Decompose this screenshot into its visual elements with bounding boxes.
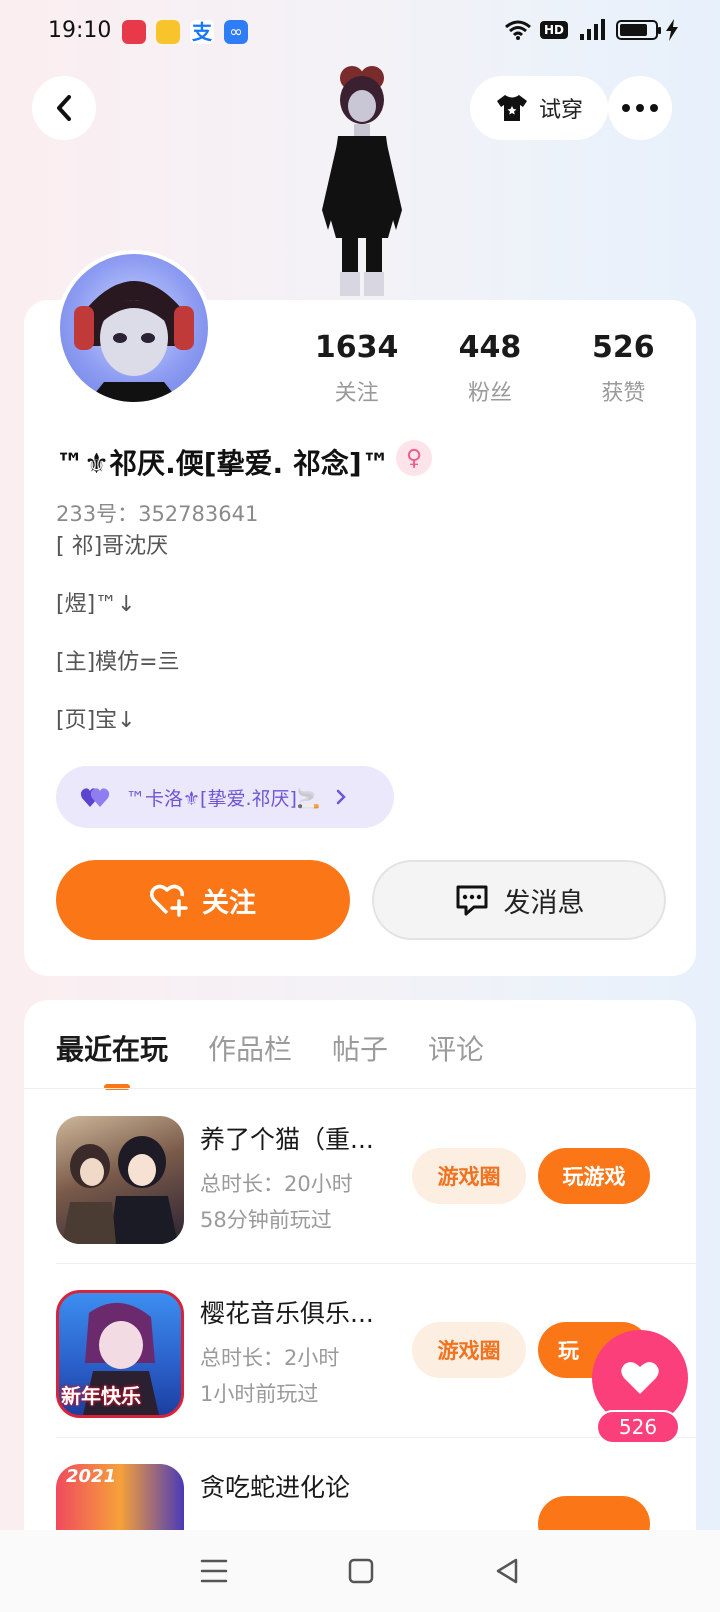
follow-button[interactable]: 关注 — [56, 860, 350, 940]
hd-icon: HD — [539, 21, 568, 39]
stat-following-value: 1634 — [314, 330, 399, 365]
game-last-played: 1小时前玩过 — [200, 1382, 319, 1406]
guild-pill[interactable]: ™卡洛⚜[挚爱.祁厌]🚬 — [56, 766, 394, 828]
signal-icon — [580, 19, 605, 40]
tab-posts[interactable]: 帖子 — [332, 1028, 388, 1068]
battery-icon — [616, 20, 661, 40]
game-circle-button[interactable]: 游戏圈 — [412, 1322, 526, 1378]
like-count-badge: 526 — [596, 1410, 680, 1444]
chat-bubble-icon — [456, 885, 487, 916]
play-game-button[interactable]: 玩游戏 — [538, 1148, 650, 1204]
status-time: 19:10 — [48, 18, 112, 43]
charging-icon — [666, 19, 678, 41]
bio-line: [主]模仿=亖 — [56, 650, 180, 675]
user-id: 233号：352783641 — [56, 502, 259, 526]
game-icon — [56, 1116, 184, 1244]
avatar-portrait-icon — [74, 281, 194, 402]
stat-likes[interactable]: 526 获赞 — [557, 330, 690, 407]
stat-fans-label: 粉丝 — [467, 381, 512, 406]
bio-line: [ 祁]哥沈厌 — [56, 534, 169, 559]
game-title: 养了个猫（重... — [200, 1125, 374, 1154]
guild-name: ™卡洛⚜[挚爱.祁厌]🚬 — [126, 787, 321, 810]
avatar-character-figure[interactable] — [300, 60, 420, 300]
tab-works[interactable]: 作品栏 — [208, 1028, 292, 1068]
game-duration: 总时长：2小时 — [200, 1346, 340, 1370]
double-heart-icon — [80, 788, 110, 807]
game-row[interactable]: 新年快乐 樱花音乐俱乐... 总时长：2小时 1小时前玩过 游戏圈 玩 — [24, 1262, 696, 1438]
game-last-played: 58分钟前玩过 — [200, 1208, 332, 1232]
tab-recent-played[interactable]: 最近在玩 — [56, 1028, 168, 1068]
infinity-notification-icon: ∞ — [224, 20, 248, 44]
profile-tabs: 最近在玩 作品栏 帖子 评论 — [56, 1028, 484, 1068]
back-triangle-icon[interactable] — [494, 1557, 520, 1585]
alipay-notification-icon: 支 — [190, 20, 214, 44]
tab-comments[interactable]: 评论 — [428, 1028, 484, 1068]
tshirt-icon — [496, 95, 527, 121]
nickname: ™⚜祁厌.偄[挚爱. 祁念]™ — [56, 447, 390, 480]
system-nav-bar — [0, 1530, 720, 1612]
tryon-label: 试穿 — [538, 98, 583, 123]
notes-notification-icon — [156, 20, 180, 44]
profile-stats: 1634 关注 448 粉丝 526 获赞 — [290, 330, 690, 407]
chevron-right-icon — [336, 789, 346, 805]
game-title: 樱花音乐俱乐... — [200, 1299, 374, 1328]
more-button[interactable] — [608, 76, 672, 140]
app-notification-icon — [122, 20, 146, 44]
more-icon — [622, 104, 658, 112]
home-icon[interactable] — [348, 1558, 374, 1584]
stat-fans-value: 448 — [458, 330, 522, 365]
stat-following[interactable]: 1634 关注 — [290, 330, 423, 407]
stat-following-label: 关注 — [334, 381, 379, 406]
game-row[interactable]: 养了个猫（重... 总时长：20小时 58分钟前玩过 游戏圈 玩游戏 — [24, 1088, 696, 1264]
stat-fans[interactable]: 448 粉丝 — [423, 330, 556, 407]
menu-icon[interactable] — [200, 1558, 228, 1584]
game-title: 贪吃蛇进化论 — [200, 1473, 351, 1502]
game-duration: 总时长：20小时 — [200, 1172, 353, 1196]
chevron-left-icon — [57, 95, 71, 121]
game-circle-button[interactable]: 游戏圈 — [412, 1148, 526, 1204]
back-button[interactable] — [32, 76, 96, 140]
message-label: 发消息 — [503, 887, 585, 919]
game-icon-text: 新年快乐 — [61, 1384, 141, 1408]
bio-line: [煜]™↓ — [56, 592, 136, 617]
heart-plus-icon — [150, 884, 188, 917]
wifi-icon — [505, 20, 531, 40]
game-icon: 新年快乐 — [56, 1290, 184, 1418]
heart-icon — [621, 1362, 659, 1394]
bio-line: [页]宝↓ — [56, 708, 136, 733]
message-button[interactable]: 发消息 — [372, 860, 666, 940]
status-bar: 19:10 支 ∞ HD — [0, 0, 720, 64]
follow-label: 关注 — [202, 887, 256, 919]
tryon-button[interactable]: 试穿 — [470, 76, 608, 140]
game-icon-text: 2021 — [66, 1466, 117, 1487]
avatar[interactable] — [56, 250, 212, 406]
stat-likes-label: 获赞 — [601, 381, 646, 406]
game-art-icon — [62, 1136, 178, 1244]
recent-games-card: 最近在玩 作品栏 帖子 评论 养了个猫（重... 总时长：20小时 58分钟前玩… — [24, 1000, 696, 1560]
female-icon: ♀ — [396, 440, 432, 476]
stat-likes-value: 526 — [592, 330, 655, 365]
